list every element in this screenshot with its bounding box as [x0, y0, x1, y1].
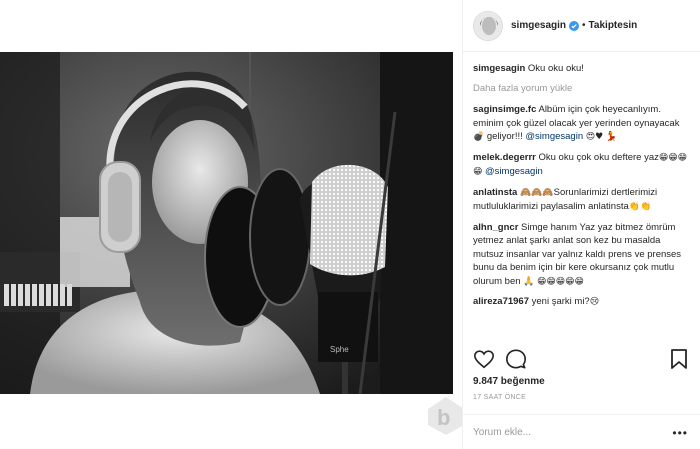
list-item: anlatinsta 🙈🙈🙈Sorunlarimizi dertlerimizi…: [473, 186, 691, 215]
comment-emoji: 👏👏: [628, 202, 652, 212]
comment-username[interactable]: saginsimge.fc: [473, 104, 536, 115]
more-options-icon[interactable]: •••: [672, 426, 688, 440]
comment-text: geliyor!!!: [486, 131, 523, 142]
comment-username[interactable]: alireza71967: [473, 296, 529, 307]
avatar[interactable]: [473, 10, 503, 41]
add-comment-section: [463, 414, 700, 449]
comment-mention-link[interactable]: @simgesagin: [485, 166, 543, 177]
comment-emoji: 😍♥: [585, 132, 604, 142]
comment-emoji: 😢: [589, 297, 600, 307]
post-timestamp: 17 SAAT ÖNCE: [473, 394, 527, 401]
post-actions: [473, 348, 537, 370]
post-media-area: Sphe b: [0, 0, 464, 449]
comment-username[interactable]: anlatinsta: [473, 187, 517, 198]
heart-icon[interactable]: [473, 348, 495, 370]
verified-badge-icon: [569, 20, 580, 31]
list-item: saginsimge.fc Albüm için çok heyecanlıyı…: [473, 103, 691, 145]
comment-emoji: 😁😁😁😁😁: [537, 276, 584, 287]
username-link[interactable]: simgesagin: [511, 20, 566, 31]
follow-status-button[interactable]: Takiptesin: [589, 20, 638, 31]
post-header: simgesagin • Takiptesin: [463, 0, 700, 52]
bookmark-icon[interactable]: [670, 348, 688, 370]
list-item: alireza71967 yeni şarki mi?😢: [473, 295, 691, 310]
comment-text: Oku oku çok oku deftere yaz: [538, 151, 659, 163]
comment-emoji: 💣: [473, 132, 485, 142]
post-photo[interactable]: Sphe: [0, 52, 453, 394]
caption: simgesagin Oku oku oku!: [473, 62, 691, 76]
comment-emoji: 💃: [605, 132, 618, 142]
caption-username[interactable]: simgesagin: [473, 63, 525, 74]
comment-emoji: 🙈🙈🙈: [520, 187, 554, 198]
comment-mention-link[interactable]: @simgesagin: [525, 131, 583, 142]
separator-dot: •: [582, 20, 586, 31]
svg-text:Sphe: Sphe: [330, 345, 349, 354]
comment-input[interactable]: [473, 426, 663, 438]
comment-emoji: 🙏: [523, 276, 535, 287]
comments-list: simgesagin Oku oku oku! Daha fazla yorum…: [473, 62, 691, 342]
list-item: melek.degerrr Oku oku çok oku deftere ya…: [473, 151, 691, 180]
svg-text:b: b: [437, 405, 450, 430]
load-more-comments-link[interactable]: Daha fazla yorum yükle: [473, 82, 691, 96]
comment-text: yeni şarki mi?: [531, 296, 590, 307]
caption-text: Oku oku oku!: [527, 63, 584, 74]
post-sidebar: simgesagin • Takiptesin simgesagin Oku o…: [462, 0, 700, 449]
likes-count[interactable]: 9.847 beğenme: [473, 376, 545, 387]
comment-username[interactable]: alhn_gncr: [473, 222, 518, 233]
comment-bubble-icon[interactable]: [505, 348, 527, 370]
list-item: alhn_gncr Simge hanım Yaz yaz bitmez ömr…: [473, 221, 691, 290]
comment-username[interactable]: melek.degerrr: [473, 152, 536, 163]
